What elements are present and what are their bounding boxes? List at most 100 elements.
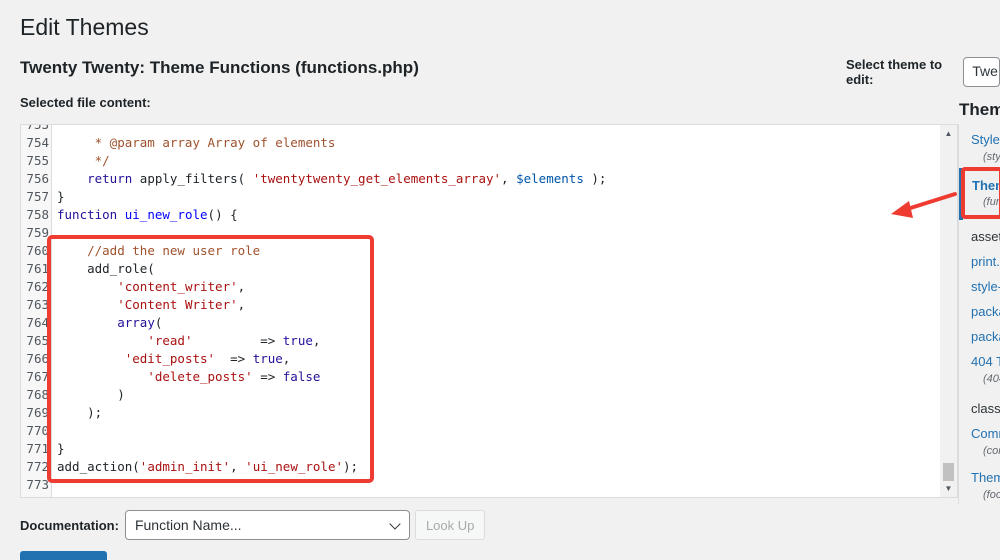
line-code[interactable]: ) (49, 386, 125, 404)
theme-files-list: Stylesheet (style.css) Theme Functions (… (958, 124, 1000, 504)
code-token: 'ui_new_role' (245, 459, 344, 474)
code-line[interactable]: 761 add_role( (21, 260, 941, 278)
code-line[interactable]: 757} (21, 188, 941, 206)
code-line[interactable]: 769 ); (21, 404, 941, 422)
theme-select[interactable]: Twe (963, 57, 1000, 87)
code-token: add_role( (57, 261, 155, 276)
line-code[interactable] (49, 422, 57, 440)
line-code[interactable]: 'read' => true, (49, 332, 320, 350)
active-file-label[interactable]: Theme Functions (972, 178, 1000, 193)
code-line[interactable]: 766 'edit_posts' => true, (21, 350, 941, 368)
look-up-button[interactable]: Look Up (414, 510, 486, 540)
line-code[interactable]: } (49, 440, 65, 458)
line-code[interactable]: * @param array Array of elements (49, 134, 336, 152)
code-token: 'Content Writer' (117, 297, 238, 312)
code-token: => (215, 351, 253, 366)
documentation-bar: Documentation: Function Name... Look Up (20, 510, 486, 540)
file-404-template[interactable]: 404 Template (971, 354, 1000, 369)
line-code[interactable]: 'delete_posts' => false (49, 368, 320, 386)
line-code[interactable]: 'edit_posts' => true, (49, 350, 291, 368)
code-line[interactable]: 755 */ (21, 152, 941, 170)
code-line[interactable]: 753 (21, 125, 941, 134)
code-token: */ (57, 153, 110, 168)
line-code[interactable]: 'content_writer', (49, 278, 245, 296)
scroll-thumb[interactable] (943, 463, 954, 481)
line-code[interactable]: function ui_new_role() { (49, 206, 238, 224)
code-token: function (57, 207, 118, 222)
line-code[interactable]: 'Content Writer', (49, 296, 245, 314)
code-line[interactable]: 760 //add the new user role (21, 242, 941, 260)
scroll-down-icon[interactable]: ▼ (940, 480, 957, 497)
code-line[interactable]: 756 return apply_filters( 'twentytwenty_… (21, 170, 941, 188)
theme-files-sidebar: Theme Files Stylesheet (style.css) Theme… (958, 100, 1000, 560)
update-file-button[interactable] (20, 551, 107, 560)
line-code[interactable]: array( (49, 314, 162, 332)
code-line[interactable]: 772 add_action('admin_init', 'ui_new_role… (21, 458, 941, 476)
file-404-path: (404.php) (983, 373, 1000, 385)
line-number: 762 (26, 279, 49, 294)
code-line[interactable]: 763 'Content Writer', (21, 296, 941, 314)
page-title: Edit Themes (20, 14, 149, 40)
code-token: , (501, 171, 517, 186)
code-token: 'twentytwenty_get_elements_array' (252, 171, 502, 186)
active-file-item[interactable] (959, 168, 1000, 220)
file-package-lock[interactable]: package-lock.json (971, 329, 1000, 344)
code-editor[interactable]: 753 754 * @param array Array of elements 7… (20, 124, 958, 498)
code-line[interactable]: 754 * @param array Array of elements (21, 134, 941, 152)
documentation-label: Documentation: (20, 517, 119, 533)
file-footer-path: (footer.php) (983, 489, 1000, 501)
line-number: 767 (26, 369, 49, 384)
code-line[interactable]: 765 'read' => true, (21, 332, 941, 350)
line-code[interactable]: } (49, 188, 65, 206)
code-line[interactable]: 762 'content_writer', (21, 278, 941, 296)
code-token: false (282, 369, 321, 384)
file-theme-footer[interactable]: Theme Footer (971, 470, 1000, 485)
folder-classes[interactable]: classes (971, 401, 1000, 416)
code-line[interactable]: 764 array( (21, 314, 941, 332)
file-stylesheet[interactable]: Stylesheet (971, 132, 1000, 147)
line-number: 756 (26, 171, 49, 186)
function-name-select-value: Function Name... (134, 517, 242, 533)
line-code[interactable]: return apply_filters( 'twentytwenty_get_… (49, 170, 606, 188)
line-code[interactable]: add_role( (49, 260, 155, 278)
file-comments[interactable]: Comments (971, 426, 1000, 441)
file-print-css[interactable]: print.css (971, 254, 1000, 269)
file-package-json[interactable]: package.json (971, 304, 1000, 319)
code-lines[interactable]: 753 754 * @param array Array of elements 7… (21, 125, 941, 494)
file-style-rtl[interactable]: style-rtl.css (971, 279, 1000, 294)
line-number: 771 (26, 441, 49, 456)
line-number: 770 (26, 423, 49, 438)
code-line[interactable]: 771} (21, 440, 941, 458)
line-number: 769 (26, 405, 49, 420)
line-number: 755 (26, 153, 49, 168)
theme-files-heading: Theme Files (959, 100, 1000, 119)
code-line[interactable]: 768 ) (21, 386, 941, 404)
code-token: true (282, 333, 313, 348)
scroll-up-icon[interactable]: ▲ (940, 125, 957, 142)
line-number: 772 (26, 459, 49, 474)
line-code[interactable] (49, 476, 57, 494)
line-number: 757 (26, 189, 49, 204)
code-line[interactable]: 759 (21, 224, 941, 242)
code-token: , (230, 459, 246, 474)
line-code[interactable]: */ (49, 152, 110, 170)
code-line[interactable]: 767 'delete_posts' => false (21, 368, 941, 386)
code-token: return (87, 171, 133, 186)
folder-assets[interactable]: assets (971, 229, 1000, 244)
line-code[interactable]: add_action('admin_init', 'ui_new_role'); (49, 458, 358, 476)
line-code[interactable] (49, 125, 57, 134)
line-code[interactable]: //add the new user role (49, 242, 260, 260)
line-code[interactable]: ); (49, 404, 102, 422)
theme-select-label: Select theme to edit: (846, 57, 943, 87)
code-token: , (237, 297, 246, 312)
line-code[interactable] (49, 224, 57, 242)
function-name-select[interactable]: Function Name... (124, 510, 410, 540)
code-line[interactable]: 770 (21, 422, 941, 440)
code-line[interactable]: 773 (21, 476, 941, 494)
code-line[interactable]: 758 function ui_new_role() { (21, 206, 941, 224)
